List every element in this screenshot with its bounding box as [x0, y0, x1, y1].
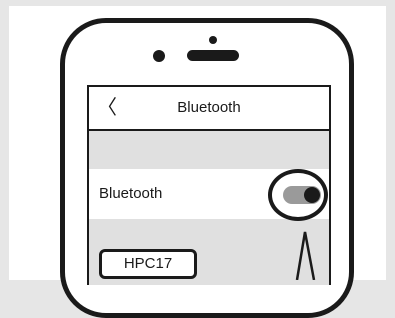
- speaker-icon: [187, 50, 239, 61]
- navigation-bar: 〈 Bluetooth: [89, 87, 329, 131]
- toggle-knob: [304, 187, 320, 203]
- bluetooth-setting-label: Bluetooth: [99, 185, 163, 202]
- camera-icon: [153, 50, 165, 62]
- phone-screen: 〈 Bluetooth Bluetooth HPC17: [87, 85, 331, 285]
- device-list-item[interactable]: HPC17: [99, 249, 197, 279]
- page-title: Bluetooth: [177, 99, 241, 116]
- illustration: 〈 Bluetooth Bluetooth HPC17: [0, 0, 395, 318]
- bluetooth-setting-row: Bluetooth: [89, 169, 329, 221]
- sensor-icon: [209, 36, 217, 44]
